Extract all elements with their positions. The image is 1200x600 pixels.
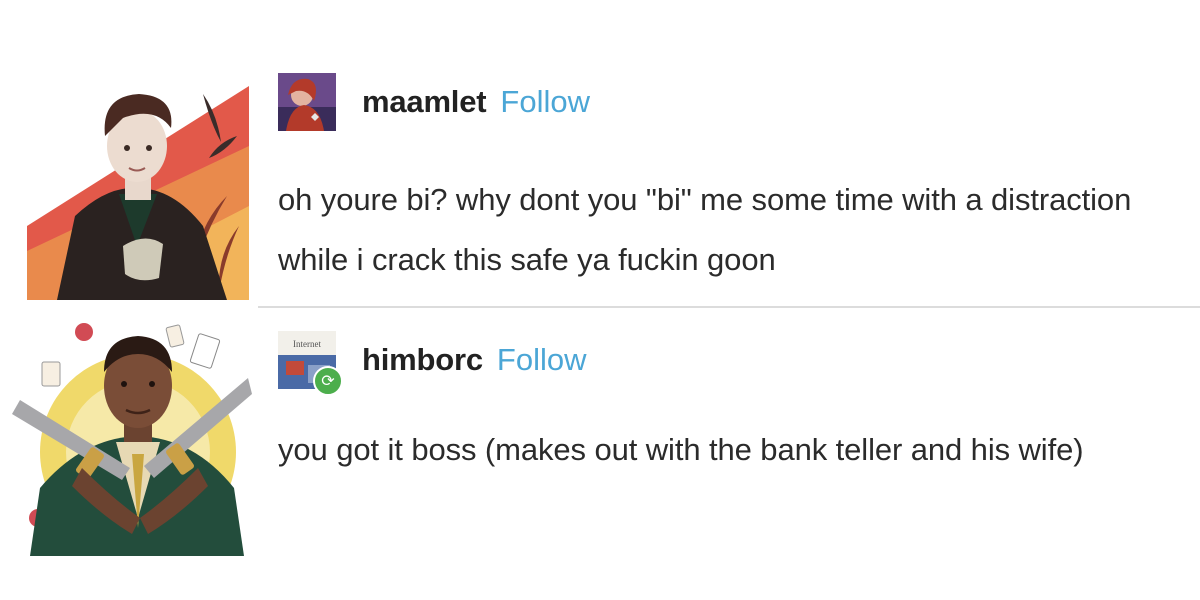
post-header: maamlet Follow bbox=[278, 72, 1178, 132]
reblog-icon: ⟳ bbox=[313, 366, 343, 396]
avatar-label: Internet bbox=[293, 339, 321, 349]
avatar[interactable] bbox=[278, 73, 336, 131]
post-text: oh youre bi? why dont you "bi" me some t… bbox=[278, 182, 1132, 277]
follow-button[interactable]: Follow bbox=[500, 84, 590, 120]
follow-button[interactable]: Follow bbox=[497, 342, 587, 378]
divider bbox=[258, 306, 1200, 308]
post-header: Internet ⟳ himborc Follow bbox=[278, 330, 1178, 396]
username[interactable]: himborc bbox=[362, 342, 483, 378]
username[interactable]: maamlet bbox=[362, 84, 487, 120]
character-illustration-2 bbox=[12, 318, 252, 556]
character-illustration-1 bbox=[27, 76, 249, 300]
post-himborc: Internet ⟳ himborc Follow you got it bos… bbox=[278, 330, 1178, 480]
post-maamlet: maamlet Follow oh youre bi? why dont you… bbox=[278, 72, 1178, 290]
avatar[interactable]: Internet ⟳ bbox=[278, 331, 343, 396]
post-text: you got it boss (makes out with the bank… bbox=[278, 432, 1084, 467]
